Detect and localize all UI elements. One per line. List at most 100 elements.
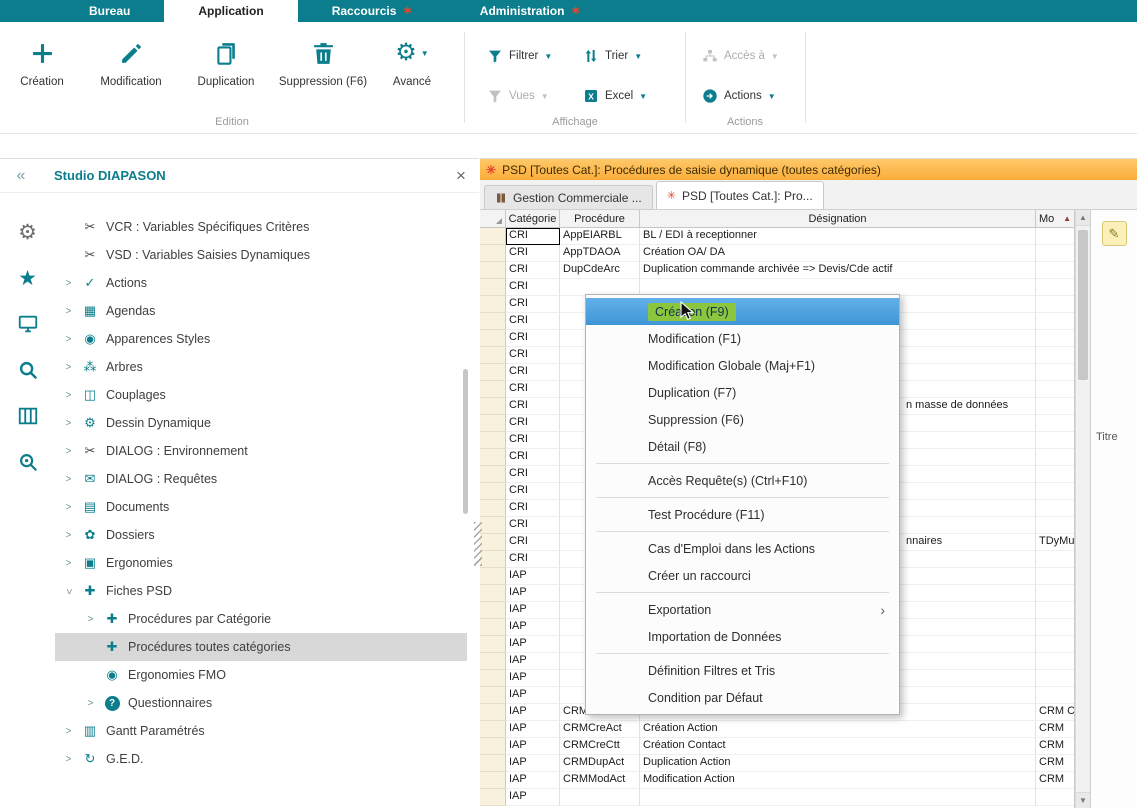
cell-categorie[interactable]: IAP <box>506 738 560 755</box>
cell-mo[interactable] <box>1036 687 1075 704</box>
menu-item-creation-f9[interactable]: Création (F9) <box>586 298 899 325</box>
cell-mo[interactable] <box>1036 449 1075 466</box>
chevron-right-icon[interactable]: > <box>63 446 74 457</box>
screens-rail-icon[interactable] <box>15 311 41 337</box>
cell-categorie[interactable]: CRI <box>506 364 560 381</box>
row-selector[interactable] <box>480 534 506 551</box>
row-selector[interactable] <box>480 789 506 806</box>
cell-mo[interactable] <box>1036 262 1075 279</box>
chevron-right-icon[interactable]: > <box>63 278 74 289</box>
cell-mo[interactable] <box>1036 364 1075 381</box>
cell-categorie[interactable]: IAP <box>506 636 560 653</box>
cell-mo[interactable] <box>1036 602 1075 619</box>
row-selector[interactable] <box>480 245 506 262</box>
row-selector[interactable] <box>480 772 506 789</box>
cell-mo[interactable] <box>1036 245 1075 262</box>
cell-categorie[interactable]: IAP <box>506 619 560 636</box>
chevron-right-icon[interactable]: > <box>63 306 74 317</box>
chevron-right-icon[interactable]: > <box>63 558 74 569</box>
cell-procedure[interactable]: AppEIARBL <box>560 228 640 245</box>
chevron-down-icon[interactable]: > <box>63 586 74 597</box>
settings-rail-icon[interactable]: ⚙ <box>15 219 41 245</box>
cell-categorie[interactable]: CRI <box>506 296 560 313</box>
row-selector[interactable] <box>480 228 506 245</box>
cell-categorie[interactable]: IAP <box>506 755 560 772</box>
cell-mo[interactable] <box>1036 381 1075 398</box>
tab-gestion-commerciale[interactable]: Gestion Commerciale ... <box>484 185 653 209</box>
table-row[interactable]: CRIDupCdeArcDuplication commande archivé… <box>480 262 1074 279</box>
tree-item-apparences-styles[interactable]: >◉Apparences Styles <box>55 325 467 353</box>
cell-categorie[interactable]: IAP <box>506 772 560 789</box>
menu-item-condition-par-defaut[interactable]: Condition par Défaut <box>586 684 899 711</box>
row-selector[interactable] <box>480 279 506 296</box>
cell-categorie[interactable]: CRI <box>506 279 560 296</box>
tree-item-procedures-par-categorie[interactable]: >✚Procédures par Catégorie <box>55 605 467 633</box>
tree-item-questionnaires[interactable]: >?Questionnaires <box>55 689 467 717</box>
cell-categorie[interactable]: CRI <box>506 415 560 432</box>
tree-item-dessin-dynamique[interactable]: >⚙Dessin Dynamique <box>55 409 467 437</box>
chevron-right-icon[interactable]: > <box>63 726 74 737</box>
menu-item-exportation[interactable]: Exportation› <box>586 596 899 623</box>
row-selector[interactable] <box>480 449 506 466</box>
cell-categorie[interactable]: CRI <box>506 466 560 483</box>
chevron-right-icon[interactable]: > <box>63 362 74 373</box>
tree-item-vcr-variables-specifiques-criteres[interactable]: >✂VCR : Variables Spécifiques Critères <box>55 213 467 241</box>
menu-item-modification-f1[interactable]: Modification (F1) <box>586 325 899 352</box>
menu-item-definition-filtres-et-tris[interactable]: Définition Filtres et Tris <box>586 657 899 684</box>
scrollbar-thumb[interactable] <box>1078 230 1088 380</box>
column-header-categorie[interactable]: Catégorie <box>506 210 560 227</box>
cell-mo[interactable] <box>1036 313 1075 330</box>
cell-designation[interactable] <box>640 789 1036 806</box>
row-selector[interactable] <box>480 568 506 585</box>
tree-item-couplages[interactable]: >◫Couplages <box>55 381 467 409</box>
chevron-right-icon[interactable]: > <box>85 614 96 625</box>
avance-button[interactable]: ⚙▼ Avancé <box>374 36 450 89</box>
favorites-rail-icon[interactable]: ★ <box>15 265 41 291</box>
cell-mo[interactable] <box>1036 585 1075 602</box>
cell-categorie[interactable]: CRI <box>506 398 560 415</box>
cell-designation[interactable]: Création OA/ DA <box>640 245 1036 262</box>
tree-item-fiches-psd[interactable]: >✚Fiches PSD <box>55 577 467 605</box>
cell-mo[interactable] <box>1036 415 1075 432</box>
tab-psd-toutes-cat[interactable]: ✳ PSD [Toutes Cat.]: Pro... <box>656 181 824 209</box>
cell-mo[interactable] <box>1036 568 1075 585</box>
cell-categorie[interactable]: CRI <box>506 330 560 347</box>
tree-item-documents[interactable]: >▤Documents <box>55 493 467 521</box>
row-selector[interactable] <box>480 602 506 619</box>
tree-item-agendas[interactable]: >▦Agendas <box>55 297 467 325</box>
chevron-right-icon[interactable]: > <box>63 754 74 765</box>
cell-mo[interactable] <box>1036 228 1075 245</box>
row-selector[interactable] <box>480 585 506 602</box>
chevron-right-icon[interactable]: > <box>63 334 74 345</box>
cell-categorie[interactable]: CRI <box>506 347 560 364</box>
table-row[interactable]: CRIAppTDAOACréation OA/ DA <box>480 245 1074 262</box>
chevron-right-icon[interactable]: > <box>63 530 74 541</box>
excel-button[interactable]: X Excel ▼ <box>583 88 647 104</box>
close-icon[interactable]: × <box>443 166 479 186</box>
cell-categorie[interactable]: CRI <box>506 551 560 568</box>
tree-scrollbar[interactable] <box>463 369 468 514</box>
cell-categorie[interactable]: IAP <box>506 585 560 602</box>
row-selector[interactable] <box>480 500 506 517</box>
cell-categorie[interactable]: CRI <box>506 500 560 517</box>
scroll-down-icon[interactable]: ▼ <box>1076 792 1090 808</box>
cell-mo[interactable] <box>1036 500 1075 517</box>
row-selector[interactable] <box>480 330 506 347</box>
cell-mo[interactable]: CRM C <box>1036 704 1075 721</box>
cell-categorie[interactable]: CRI <box>506 449 560 466</box>
tree-item-ergonomies-fmo[interactable]: >◉Ergonomies FMO <box>55 661 467 689</box>
menu-item-acces-requete-s-ctrl-f10[interactable]: Accès Requête(s) (Ctrl+F10) <box>586 467 899 494</box>
tab-administration[interactable]: Administration✱ <box>446 0 614 22</box>
cell-procedure[interactable] <box>560 789 640 806</box>
chevron-right-icon[interactable]: > <box>63 418 74 429</box>
cell-categorie[interactable]: CRI <box>506 381 560 398</box>
row-selector[interactable] <box>480 551 506 568</box>
cell-procedure[interactable]: AppTDAOA <box>560 245 640 262</box>
cell-categorie[interactable]: CRI <box>506 432 560 449</box>
cell-categorie[interactable]: IAP <box>506 670 560 687</box>
splitter-handle[interactable] <box>474 522 482 566</box>
select-all-corner[interactable] <box>480 210 506 227</box>
columns-rail-icon[interactable] <box>15 403 41 429</box>
row-selector[interactable] <box>480 755 506 772</box>
menu-item-suppression-f6[interactable]: Suppression (F6) <box>586 406 899 433</box>
